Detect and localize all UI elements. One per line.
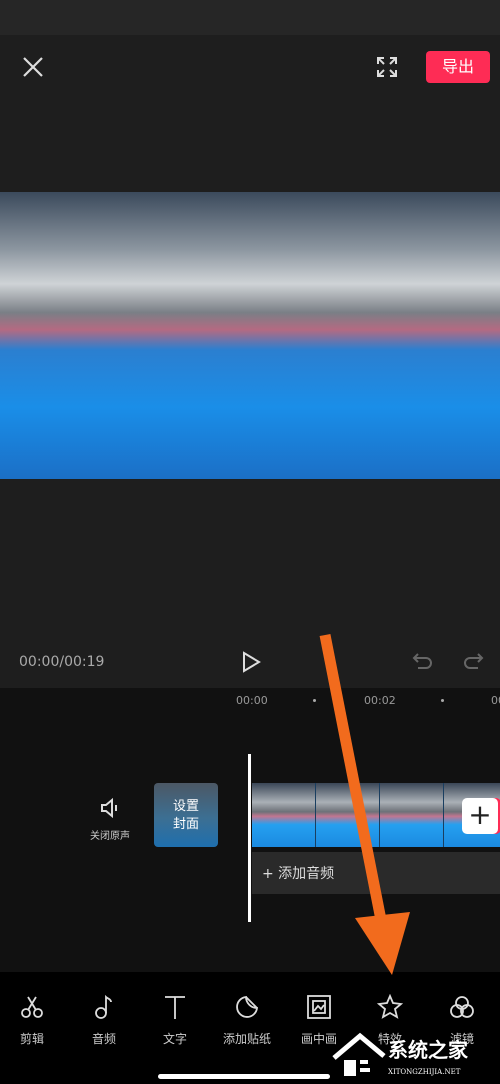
speaker-icon [101, 797, 117, 819]
mute-original-audio-button[interactable]: 关闭原声 [86, 797, 134, 842]
clip-frame [316, 783, 380, 847]
sticker-icon [236, 995, 259, 1018]
tool-label: 剪辑 [19, 1032, 44, 1046]
tool-label: 添加贴纸 [222, 1032, 271, 1046]
time-tick: 00 [491, 694, 500, 707]
time-tick: 00:02 [364, 694, 396, 707]
tool-audio[interactable]: 音频 [74, 994, 134, 1047]
text-icon [165, 996, 185, 1019]
watermark-subtitle: XITONGZHIJIA.NET [388, 1068, 461, 1076]
add-clip-button[interactable]: + [462, 798, 498, 834]
export-button[interactable]: 导出 [426, 51, 490, 83]
house-logo-icon [332, 1032, 386, 1076]
tick-dot [313, 699, 316, 702]
tool-sticker[interactable]: 添加贴纸 [217, 994, 277, 1047]
tool-edit[interactable]: 剪辑 [2, 994, 62, 1047]
tool-text[interactable]: 文字 [145, 994, 205, 1047]
cover-label: 封面 [172, 817, 199, 832]
set-cover-button[interactable]: 设置 封面 [154, 783, 218, 847]
play-icon[interactable] [240, 651, 262, 673]
redo-icon[interactable] [462, 652, 484, 672]
undo-icon[interactable] [412, 652, 434, 672]
tool-label: 文字 [162, 1032, 187, 1046]
video-preview[interactable] [0, 192, 500, 479]
star-effect-icon [376, 993, 404, 1019]
home-indicator[interactable] [158, 1074, 330, 1079]
clip-frame [252, 783, 316, 847]
watermark-title: 系统之家 [388, 1038, 468, 1062]
watermark-logo: 系统之家 XITONGZHIJIA.NET [330, 1030, 500, 1084]
close-icon[interactable] [20, 54, 46, 80]
picture-in-picture-icon [307, 995, 331, 1019]
status-bar [0, 0, 500, 35]
tick-dot [441, 699, 444, 702]
tool-label: 音频 [91, 1032, 116, 1046]
clip-frame [380, 783, 444, 847]
music-note-icon [95, 994, 112, 1019]
playback-time: 00:00/00:19 [19, 654, 105, 670]
playhead[interactable] [248, 754, 251, 922]
filter-icon [450, 996, 474, 1018]
scissors-icon [21, 996, 43, 1018]
mute-label: 关闭原声 [90, 831, 130, 842]
fullscreen-icon[interactable] [376, 56, 398, 78]
add-audio-button[interactable]: + 添加音频 [252, 852, 500, 894]
cover-label: 设置 [172, 799, 199, 814]
time-tick: 00:00 [236, 694, 268, 707]
